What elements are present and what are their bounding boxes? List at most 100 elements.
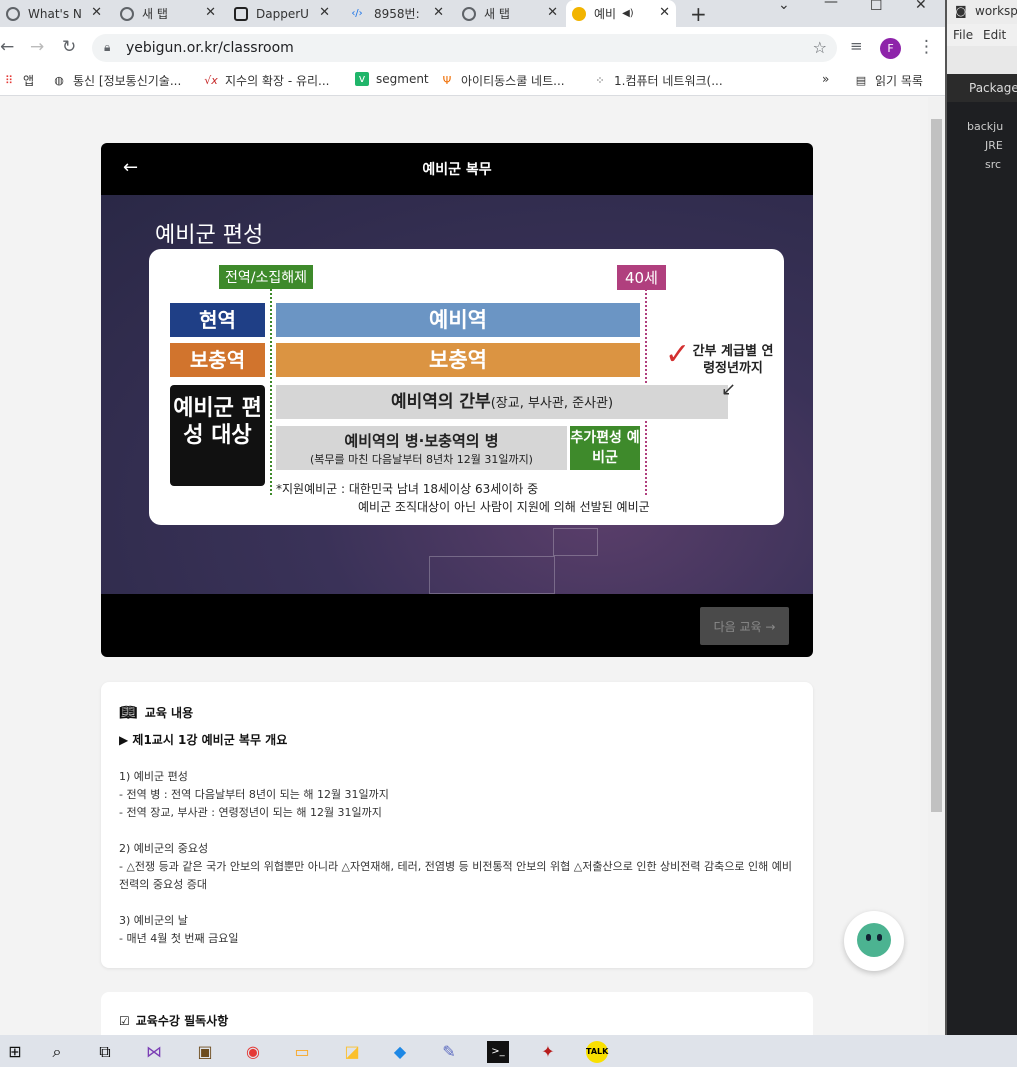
- close-icon[interactable]: ✕: [205, 5, 216, 20]
- windows-taskbar: ⊞ ⌕ ⧉ ⋈ ▣ ◉ ▭ ◪ ◆ ✎ >_ ✦ TALK: [0, 1035, 1017, 1067]
- tab-new-1[interactable]: 새 탭 ✕: [114, 0, 222, 27]
- page-scrollbar[interactable]: [928, 97, 945, 1035]
- bookmark-item[interactable]: v segment: [355, 72, 429, 86]
- notice-card: ☑ 교육수강 필독사항: [101, 992, 813, 1035]
- content-header: 📖︎ 교육 내용: [119, 704, 193, 721]
- bookmark-item[interactable]: ⁘ 1.컴퓨터 네트워크(...: [593, 72, 722, 89]
- tab-8958[interactable]: ‹/› 8958번: ✕: [342, 0, 450, 27]
- slide-title: 예비군 편성: [155, 223, 264, 248]
- app-icon[interactable]: ◆: [389, 1041, 411, 1063]
- extra-reserve-box: 추가편성 예비군: [570, 426, 640, 470]
- task-view-icon[interactable]: ⧉: [94, 1041, 116, 1063]
- bookmarks-bar: ⠿ 앱 ◍ 통신 [정보통신기술... √x 지수의 확장 - 유리... v …: [0, 67, 945, 96]
- scrollbar-thumb[interactable]: [931, 119, 942, 812]
- bookmark-label: 지수의 확장 - 유리...: [225, 74, 330, 88]
- reload-icon[interactable]: ↻: [62, 37, 76, 57]
- tab-dapper[interactable]: DapperU ✕: [228, 0, 336, 27]
- lesson-line: - △전쟁 등과 같은 국가 안보의 위협뿐만 아니라 △자연재해, 테러, 전…: [119, 860, 792, 891]
- content-header-label: 교육 내용: [144, 706, 194, 720]
- audio-icon[interactable]: ◀): [622, 8, 634, 19]
- package-explorer-tab[interactable]: Package: [947, 74, 1017, 102]
- minimize-icon[interactable]: —: [824, 0, 838, 10]
- eclipse-taskbar-icon[interactable]: ✎: [438, 1041, 460, 1063]
- officer-bar-sub: (장교, 부사관, 준사관): [490, 396, 614, 411]
- lesson-line: 2) 예비군의 중요성: [119, 842, 209, 855]
- bookmark-item[interactable]: Ψ 아이티동스쿨 네트...: [440, 72, 565, 89]
- dots-icon: ⁘: [595, 73, 605, 87]
- chrome-taskbar-icon[interactable]: ◉: [242, 1041, 264, 1063]
- tab-label: 새 탭: [484, 7, 510, 21]
- new-tab-button[interactable]: +: [690, 2, 707, 26]
- tree-item[interactable]: JRE: [985, 139, 1003, 152]
- tab-label: 새 탭: [142, 7, 168, 21]
- eclipse-toolbar: [947, 46, 1017, 74]
- velog-icon: v: [355, 72, 369, 86]
- math-icon: √x: [204, 73, 218, 87]
- close-icon[interactable]: ✕: [659, 5, 670, 20]
- tab-yebigun[interactable]: 예비 ◀) ✕: [566, 0, 676, 27]
- eclipse-titlebar: ◙ workspa: [947, 0, 1017, 24]
- window-close-icon[interactable]: ✕: [915, 0, 927, 13]
- media-control-icon[interactable]: ≡: [850, 37, 863, 55]
- video-player: ← 예비군 복무 예비군 편성 전역/소집해제 40세 현역 예비역 보충역 보…: [101, 143, 813, 657]
- close-icon[interactable]: ✕: [547, 5, 558, 20]
- bookmark-star-icon[interactable]: ☆: [813, 38, 827, 57]
- tab-search-icon[interactable]: ⌄: [778, 0, 790, 13]
- close-icon[interactable]: ✕: [433, 5, 444, 20]
- menu-icon[interactable]: ⋮: [918, 37, 935, 57]
- winrar-icon[interactable]: ▣: [194, 1041, 216, 1063]
- chatbot-button[interactable]: [844, 911, 904, 971]
- next-lesson-button[interactable]: 다음 교육 →: [700, 607, 789, 645]
- menu-edit[interactable]: Edit: [983, 28, 1006, 42]
- game-icon[interactable]: ✦: [537, 1041, 559, 1063]
- player-header: ← 예비군 복무: [101, 143, 813, 195]
- tree-item[interactable]: src: [985, 158, 1001, 171]
- lecture-slide[interactable]: 예비군 편성 전역/소집해제 40세 현역 예비역 보충역 보충역 예비군 편성…: [101, 195, 813, 594]
- search-icon[interactable]: ⌕: [46, 1041, 68, 1063]
- bookmark-apps[interactable]: ⠿ 앱: [2, 72, 34, 89]
- soldier-bar: 예비역의 병·보충역의 병 (복무를 마친 다음날부터 8년차 12월 31일까…: [276, 426, 567, 470]
- windows-start-icon[interactable]: ⊞: [4, 1041, 26, 1063]
- close-icon[interactable]: ✕: [91, 5, 102, 20]
- eclipse-title: workspa: [975, 4, 1017, 18]
- url-text: yebigun.or.kr/classroom: [126, 40, 294, 56]
- code-icon: ‹/›: [351, 7, 363, 19]
- bookmarks-overflow[interactable]: »: [822, 72, 829, 86]
- tab-whats-new[interactable]: What's N ✕: [0, 0, 108, 27]
- close-icon[interactable]: ✕: [319, 5, 330, 20]
- reading-list-button[interactable]: ▤ 읽기 목록: [854, 72, 923, 89]
- tree-item[interactable]: backju: [967, 120, 1003, 133]
- dapper-icon: [234, 6, 248, 21]
- bookmark-label: 앱: [23, 74, 35, 88]
- officer-bar-main: 예비역의 간부: [390, 392, 491, 412]
- tab-label: What's N: [28, 6, 82, 21]
- supplement-bar: 보충역: [276, 343, 640, 377]
- lesson-line: - 전역 병 : 전역 다음날부터 8년이 되는 해 12월 31일까지: [119, 788, 389, 801]
- terminal-icon[interactable]: >_: [487, 1041, 509, 1063]
- eclipse-icon: ◙: [955, 4, 967, 18]
- tab-label: 8958번:: [374, 7, 420, 21]
- menu-file[interactable]: File: [953, 28, 973, 42]
- back-icon[interactable]: ←: [0, 37, 14, 57]
- player-title: 예비군 복무: [422, 162, 492, 178]
- volunteer-line-1: *지원예비군 : 대한민국 남녀 18세이상 63세이하 중: [276, 482, 539, 496]
- chrome-icon: [462, 6, 476, 21]
- kakaotalk-icon[interactable]: TALK: [586, 1041, 608, 1063]
- tab-label: 예비: [594, 7, 617, 21]
- address-bar[interactable]: 🔒︎ yebigun.or.kr/classroom ☆: [92, 34, 837, 62]
- sticky-notes-icon[interactable]: ◪: [341, 1041, 363, 1063]
- tab-new-2[interactable]: 새 탭 ✕: [456, 0, 564, 27]
- curved-arrow-icon: ↙: [721, 379, 737, 400]
- lesson-line: 1) 예비군 편성: [119, 770, 188, 783]
- forward-icon[interactable]: →: [30, 37, 44, 57]
- bookmark-item[interactable]: ◍ 통신 [정보통신기술...: [52, 72, 181, 89]
- maximize-icon[interactable]: ☐: [870, 0, 883, 14]
- notice-header: ☑ 교육수강 필독사항: [119, 1012, 228, 1029]
- soldier-bar-sub: (복무를 마친 다음날부터 8년차 12월 31일까지): [310, 453, 533, 466]
- visual-studio-icon[interactable]: ⋈: [143, 1041, 165, 1063]
- file-explorer-icon[interactable]: ▭: [291, 1041, 313, 1063]
- lesson-line: - 전역 장교, 부사관 : 연령정년이 되는 해 12월 31일까지: [119, 806, 382, 819]
- bookmark-item[interactable]: √x 지수의 확장 - 유리...: [204, 72, 330, 89]
- profile-avatar[interactable]: F: [880, 38, 901, 59]
- lesson-title: ▶ 제1교시 1강 예비군 복무 개요: [119, 733, 288, 747]
